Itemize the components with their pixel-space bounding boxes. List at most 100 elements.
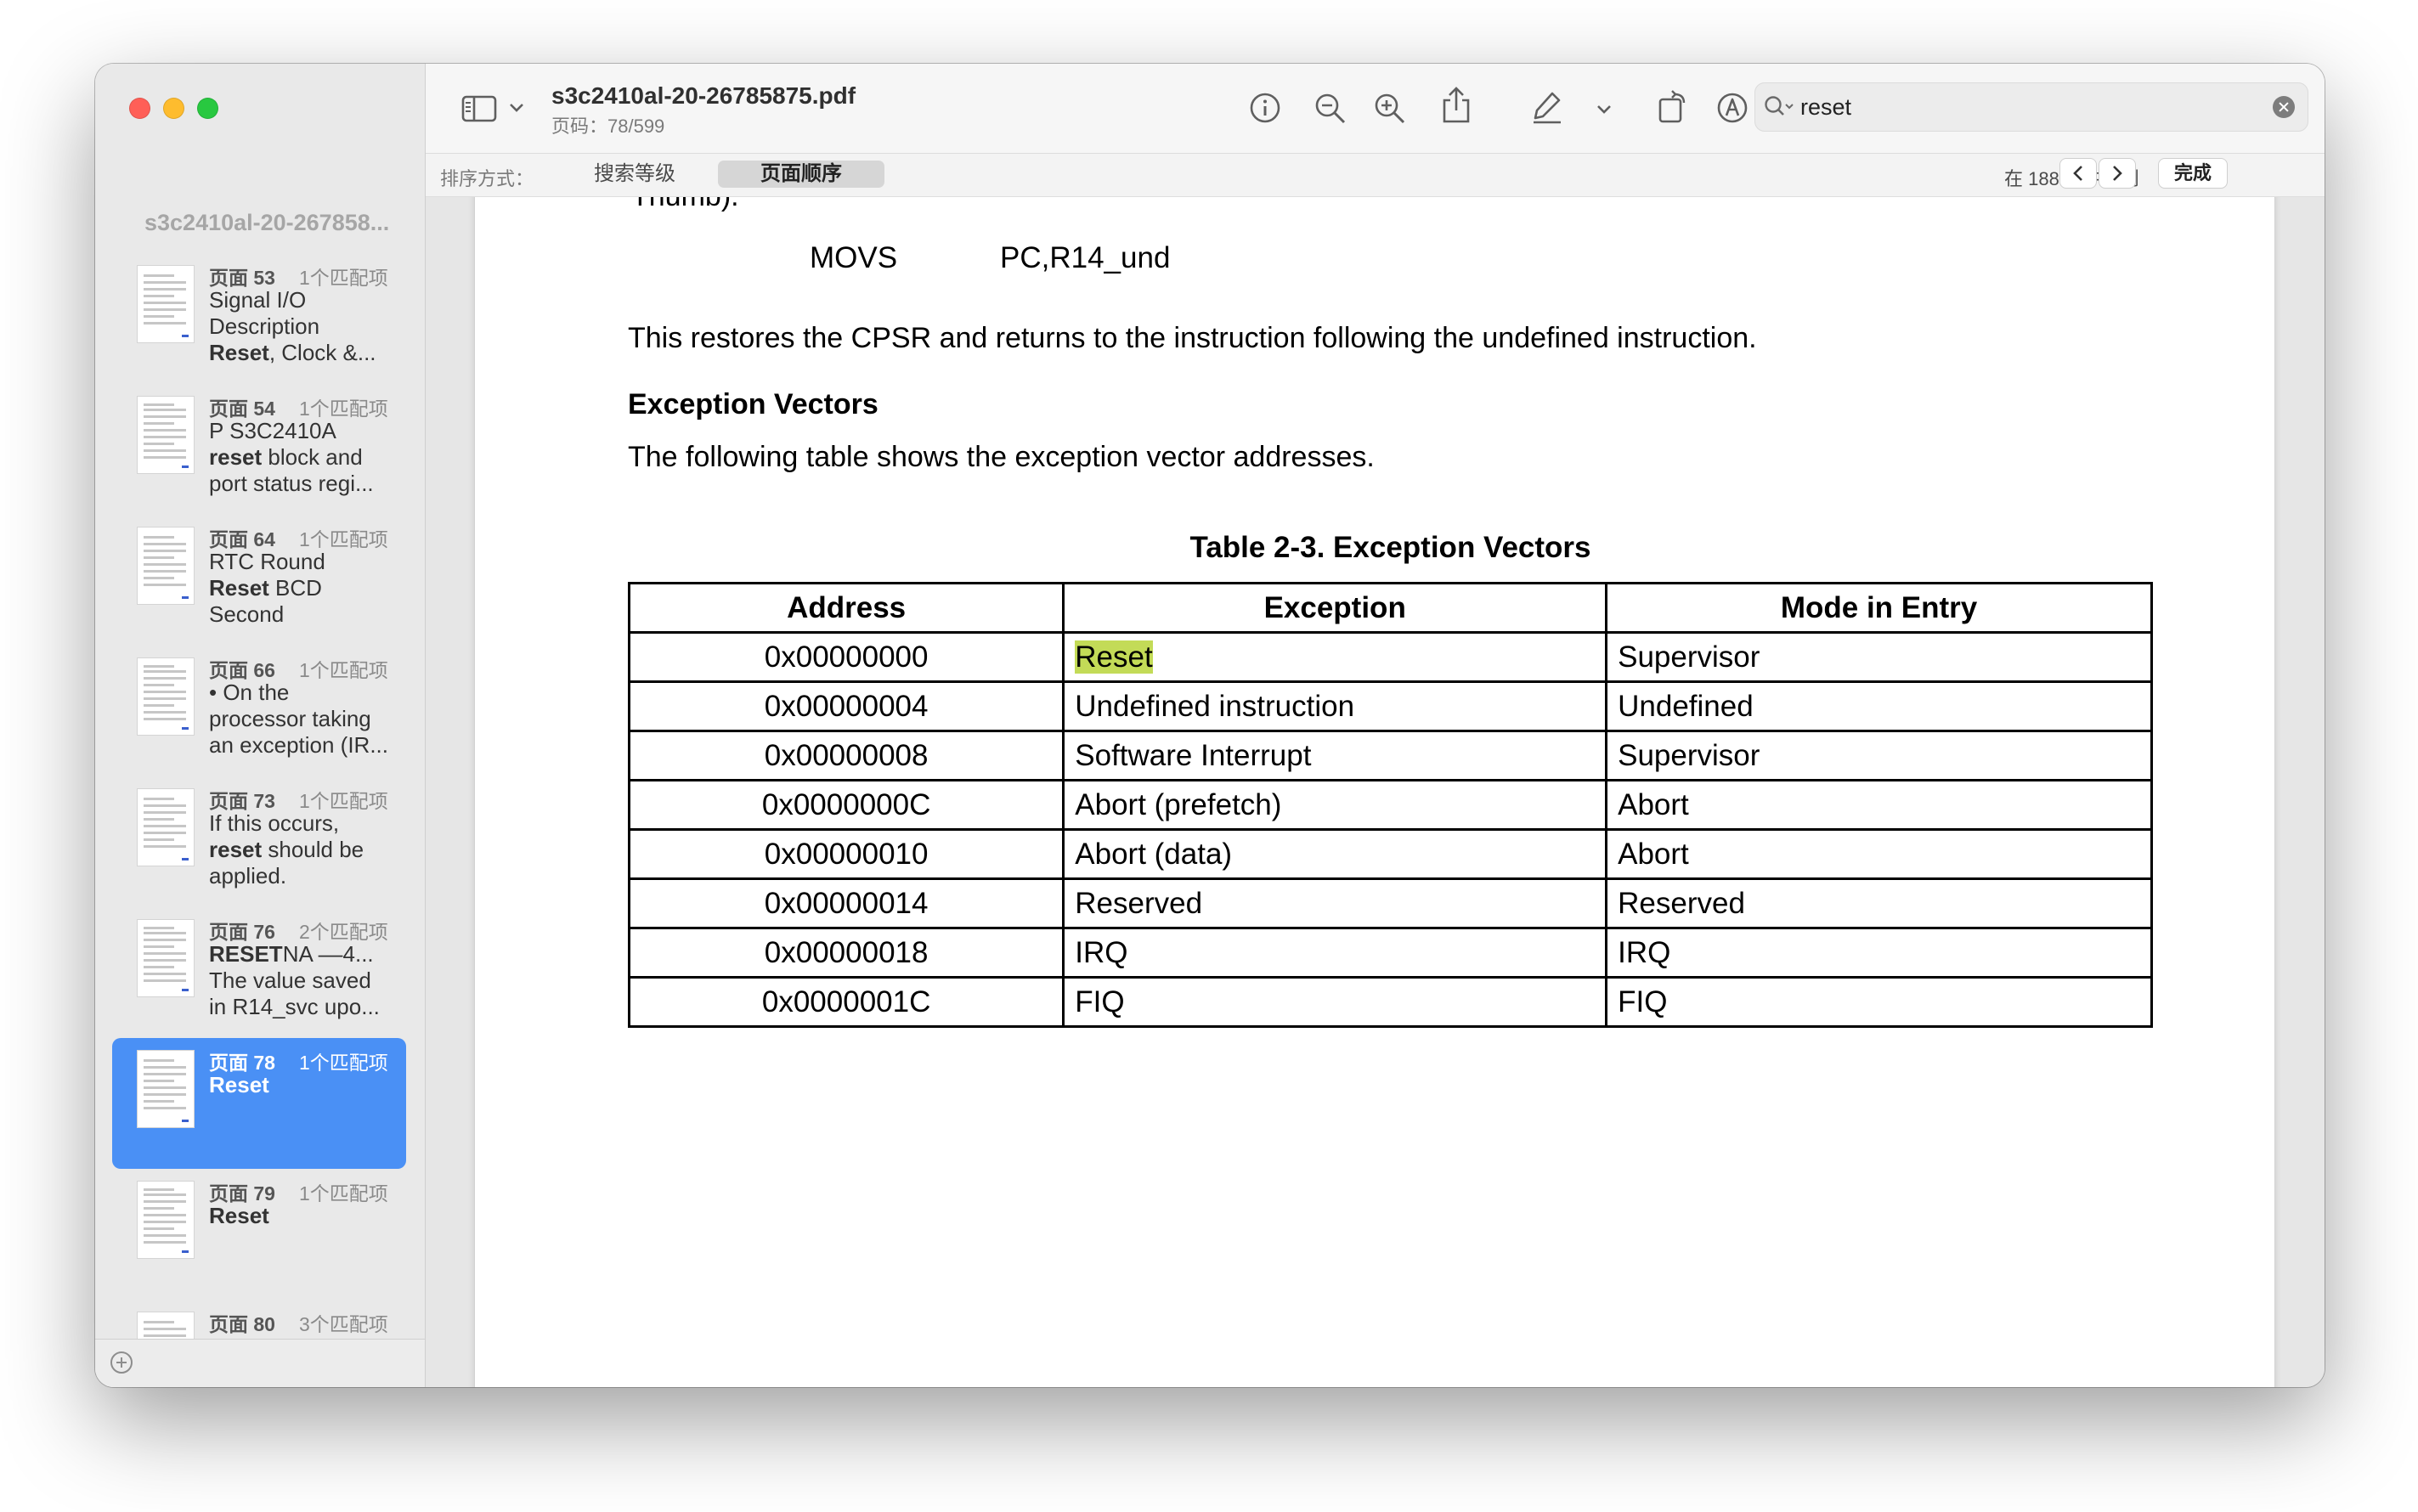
share-icon[interactable]	[1440, 86, 1472, 125]
result-page-number: 页面 79	[209, 1182, 275, 1205]
zoom-window-button[interactable]	[197, 98, 218, 119]
search-results-bar: 排序方式： 搜索等级 页面顺序 在 188 页中找到 完成	[426, 154, 2325, 197]
markup-icon[interactable]	[1715, 91, 1749, 125]
info-icon[interactable]	[1248, 91, 1282, 125]
table-cell: Software Interrupt	[1062, 730, 1608, 781]
result-header: 页面 79 1个匹配项	[209, 1177, 388, 1206]
result-header: 页面 54 1个匹配项	[209, 392, 388, 421]
add-icon[interactable]	[110, 1351, 133, 1374]
sort-label: 排序方式：	[440, 168, 534, 189]
cell-text: FIQ	[1618, 984, 1668, 1018]
search-result-item[interactable]: 页面 64 1个匹配项 RTC Round Reset BCD Second	[112, 515, 406, 646]
cell-text: 0x00000014	[764, 886, 929, 920]
search-input[interactable]	[1800, 89, 2259, 125]
chevron-left-icon	[2073, 166, 2082, 181]
highlight-pen-icon[interactable]	[1530, 89, 1564, 125]
search-field[interactable]	[1754, 82, 2308, 132]
cell-text: 0x00000000	[764, 640, 929, 674]
result-header: 页面 53 1个匹配项	[209, 262, 388, 291]
minimize-window-button[interactable]	[163, 98, 184, 119]
result-match-count: 1个匹配项	[298, 1182, 388, 1205]
table-cell: Undefined instruction	[1062, 680, 1608, 732]
table-cell: Abort (data)	[1062, 828, 1608, 880]
clear-search-icon[interactable]	[2273, 96, 2295, 118]
chevron-down-icon[interactable]	[507, 101, 526, 115]
cell-text: 0x00000010	[764, 837, 929, 871]
cell-text: 0x0000000C	[761, 787, 931, 821]
table-cell: 0x00000010	[627, 828, 1065, 880]
table-cell: IRQ	[1062, 927, 1608, 979]
zoom-in-icon[interactable]	[1372, 91, 1408, 127]
preview-window: s3c2410al-20-267858... 页面 53 1个匹配项 Signal …	[95, 64, 2325, 1387]
table-header-cell: Address	[627, 582, 1065, 634]
result-page-number: 页面 64	[209, 528, 275, 550]
done-button[interactable]: 完成	[2159, 159, 2227, 188]
sort-by-relevance-button[interactable]: 搜索等级	[562, 161, 708, 188]
page-indicator: 页码：78/599	[551, 116, 665, 137]
sort-by-page-order-button[interactable]: 页面顺序	[718, 161, 884, 188]
result-header: 页面 66 1个匹配项	[209, 654, 388, 683]
search-result-item[interactable]: 页面 54 1个匹配项 P S3C2410A reset block and por…	[112, 384, 406, 515]
table-header-row: Address Exception Mode in Entry	[627, 582, 2153, 634]
cell-text: 0x00000018	[764, 935, 929, 969]
result-snippet: Signal I/O Description Reset, Clock &...	[209, 287, 376, 365]
table-cell: FIQ	[1605, 976, 2153, 1028]
table-cell: Abort	[1605, 828, 2153, 880]
cell-text: Supervisor	[1618, 640, 1760, 674]
document-view[interactable]: Thumb). MOVS PC,R14_und This restores th…	[426, 197, 2325, 1387]
search-result-item[interactable]: 页面 66 1个匹配项 • On the processor taking an e…	[112, 646, 406, 776]
table-cell: Reset	[1062, 631, 1608, 683]
toolbar: s3c2410al-20-26785875.pdf 页码：78/599	[426, 64, 2325, 154]
page-thumbnail	[138, 658, 194, 735]
pdf-page: Thumb). MOVS PC,R14_und This restores th…	[475, 197, 2274, 1387]
result-header: 页面 64 1个匹配项	[209, 523, 388, 552]
match-term: RESET	[209, 941, 283, 967]
table-row: 0x00000000 Reset Supervisor	[627, 631, 2153, 683]
cell-text: FIQ	[1075, 984, 1125, 1018]
search-result-item[interactable]: 页面 79 1个匹配项 Reset	[112, 1169, 406, 1300]
search-icon[interactable]	[1763, 94, 1795, 120]
table-cell: Supervisor	[1605, 631, 2153, 683]
exception-vectors-table: Address Exception Mode in Entry 0x00000000…	[627, 582, 2153, 1028]
search-result-item[interactable]: 页面 78 1个匹配项 Reset	[112, 1038, 406, 1169]
page-thumbnail	[138, 266, 194, 342]
cell-text: 0x0000001C	[761, 984, 931, 1018]
search-result-item[interactable]: 页面 73 1个匹配项 If this occurs, reset should b…	[112, 776, 406, 907]
result-snippet: If this occurs, reset should be applied.	[209, 810, 364, 889]
table-row: 0x00000018 IRQ IRQ	[627, 927, 2153, 979]
page-thumbnail	[138, 1051, 194, 1127]
search-result-item[interactable]: 页面 53 1个匹配项 Signal I/O Description Reset, …	[112, 253, 406, 384]
result-snippet: RTC Round Reset BCD Second	[209, 549, 325, 627]
table-row: 0x0000001C FIQ FIQ	[627, 976, 2153, 1028]
result-header: 页面 76 2个匹配项	[209, 916, 388, 945]
table-row: 0x00000014 Reserved Reserved	[627, 877, 2153, 929]
table-cell: 0x00000018	[627, 927, 1065, 979]
next-result-button[interactable]	[2099, 159, 2135, 188]
previous-result-button[interactable]	[2060, 159, 2096, 188]
cell-text: Reserved	[1075, 886, 1203, 920]
chevron-down-icon[interactable]	[1595, 103, 1613, 116]
zoom-out-icon[interactable]	[1313, 91, 1348, 127]
result-page-number: 页面 73	[209, 790, 275, 812]
match-term: Reset	[209, 1203, 269, 1228]
table-cell: Reserved	[1062, 877, 1608, 929]
search-match-highlight: Reset	[1075, 640, 1153, 674]
table-cell: 0x00000014	[627, 877, 1065, 929]
cell-text: Abort	[1618, 837, 1689, 871]
section-heading: Exception Vectors	[628, 388, 879, 420]
cell-text: IRQ	[1075, 935, 1128, 969]
page-thumbnail	[138, 789, 194, 866]
result-page-number: 页面 80	[209, 1313, 275, 1335]
result-match-count: 1个匹配项	[298, 790, 388, 812]
result-page-number: 页面 66	[209, 659, 275, 681]
cut-off-text-line: Thumb).	[631, 197, 739, 213]
sidebar-toggle-icon[interactable]	[461, 94, 497, 123]
close-window-button[interactable]	[129, 98, 150, 119]
result-page-number: 页面 76	[209, 921, 275, 943]
table-cell: Reserved	[1605, 877, 2153, 929]
table-cell: 0x00000008	[627, 730, 1065, 781]
result-snippet: • On the processor taking an exception (…	[209, 680, 388, 758]
search-results-list[interactable]: 页面 53 1个匹配项 Signal I/O Description Reset, …	[95, 252, 425, 1387]
rotate-icon[interactable]	[1656, 87, 1690, 125]
search-result-item[interactable]: 页面 76 2个匹配项 RESETNA ––4... The value saved…	[112, 907, 406, 1038]
